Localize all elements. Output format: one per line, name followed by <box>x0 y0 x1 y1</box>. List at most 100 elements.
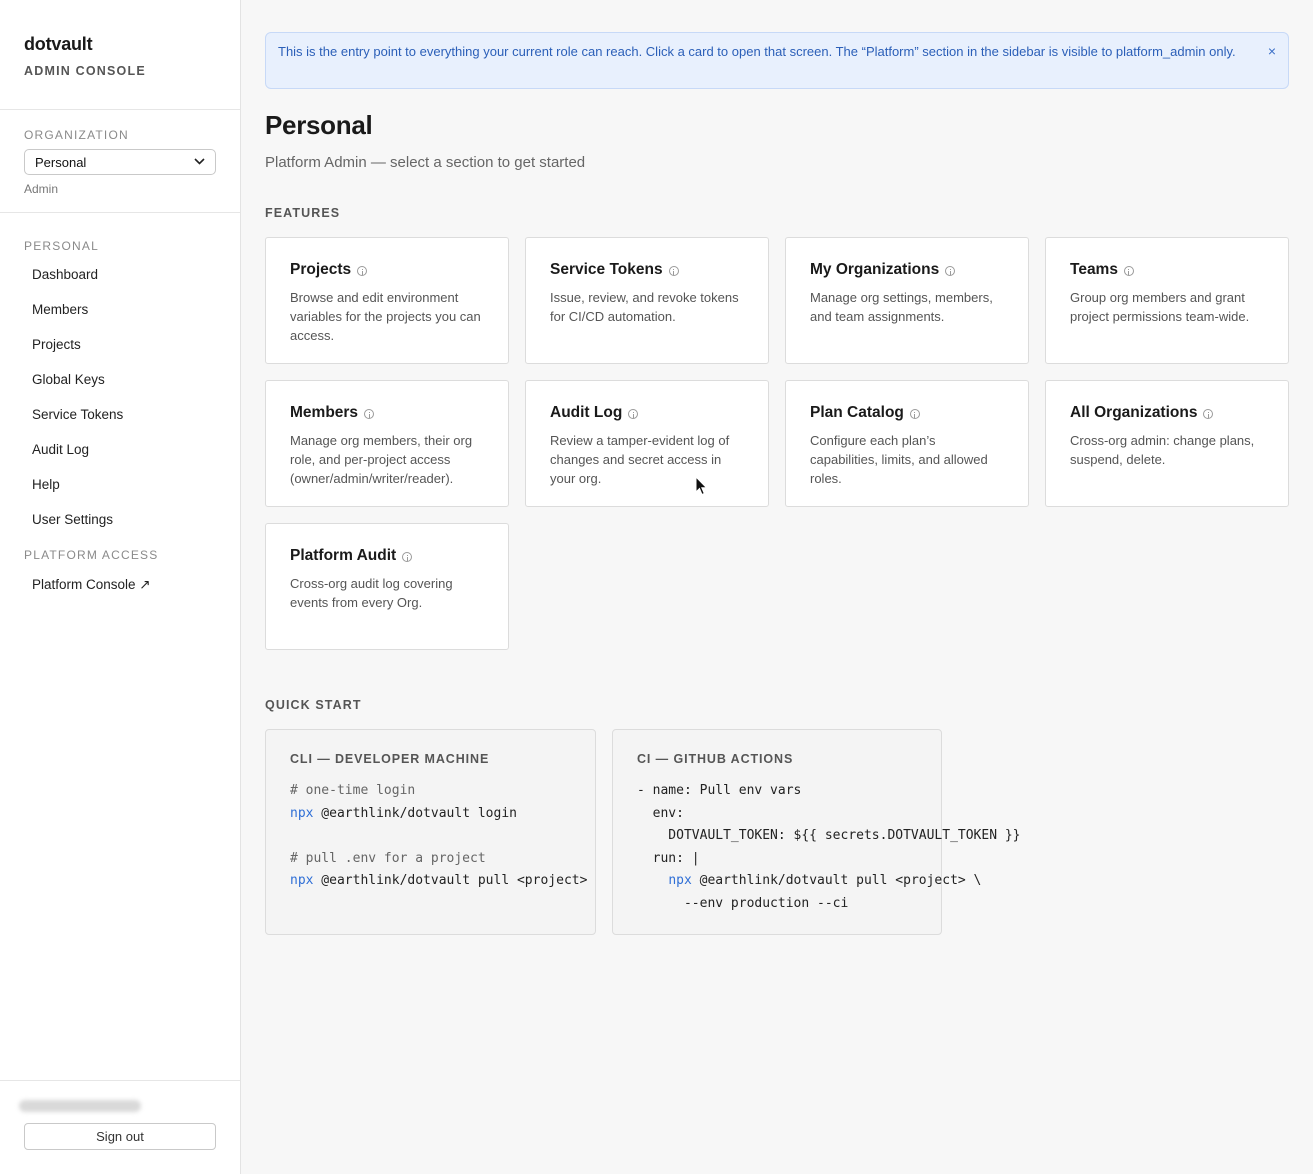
organization-label: ORGANIZATION <box>24 128 129 142</box>
code-line: npx @earthlink/dotvault pull <project> \ <box>637 870 981 893</box>
card-title: All Organizations <box>1070 404 1264 422</box>
info-banner-text: This is the entry point to everything yo… <box>278 44 1236 59</box>
card-title: Service Tokens <box>550 261 744 279</box>
code-text: @earthlink/dotvault pull <project> -- <box>313 873 596 888</box>
code-keyword: npx <box>290 805 314 821</box>
code-line: - name: Pull env vars <box>637 783 802 798</box>
sidebar-item-help[interactable]: Help <box>24 472 240 507</box>
ci-code-block: - name: Pull env vars env: DOTVAULT_TOKE… <box>637 780 1021 915</box>
sidebar-footer: Sign out <box>0 1080 240 1174</box>
card-title-text: My Organizations <box>810 261 940 278</box>
organization-select[interactable]: Personal <box>24 149 216 175</box>
sidebar-item-service-tokens[interactable]: Service Tokens <box>24 402 240 437</box>
sidebar-item-platform-console[interactable]: Platform Console ↗ <box>24 572 240 607</box>
card-title-text: Members <box>290 404 359 421</box>
card-title: Audit Log <box>550 404 744 422</box>
info-icon <box>1123 266 1134 276</box>
code-line: env: <box>637 805 684 821</box>
code-line: npx @earthlink/dotvault login <box>290 803 571 826</box>
sidebar-item-audit-log[interactable]: Audit Log <box>24 437 240 472</box>
info-icon <box>364 409 375 419</box>
card-description: Group org members and grant project perm… <box>1070 290 1250 324</box>
sidebar-item-global-keys[interactable]: Global Keys <box>24 367 240 402</box>
nav-section-platform-access: PLATFORM ACCESS <box>24 548 159 562</box>
code-keyword: npx <box>290 873 314 888</box>
chevron-down-icon <box>194 157 205 168</box>
card-plan-catalog[interactable]: Plan Catalog Configure each plan’s capab… <box>785 380 1029 507</box>
main-content: This is the entry point to everything yo… <box>265 32 1289 935</box>
user-email-redacted <box>19 1100 141 1112</box>
card-description: Manage org settings, members, and team a… <box>810 290 993 324</box>
code-line: DOTVAULT_TOKEN: ${{ secrets.DOTVAULT_TOK… <box>637 828 1021 843</box>
quick-start-label: QUICK START <box>265 698 362 712</box>
brand: dotvault ADMIN CONSOLE <box>0 0 240 110</box>
info-icon <box>945 266 956 276</box>
code-line: npx @earthlink/dotvault pull <project> -… <box>290 870 587 893</box>
quick-start-ci-card: CI — GITHUB ACTIONS - name: Pull env var… <box>612 729 1021 935</box>
organization-block: ORGANIZATION Personal Admin <box>0 110 240 213</box>
code-text: @earthlink/dotvault login <box>313 805 517 821</box>
info-icon <box>668 266 679 276</box>
info-icon <box>909 409 920 419</box>
card-title-text: Projects <box>290 261 352 278</box>
sidebar: dotvault ADMIN CONSOLE ORGANIZATION Pers… <box>0 0 241 1174</box>
organization-select-value: Personal <box>35 154 87 170</box>
code-keyword: npx <box>668 873 692 888</box>
card-description: Issue, review, and revoke tokens for CI/… <box>550 290 739 324</box>
info-banner: This is the entry point to everything yo… <box>265 32 1289 89</box>
card-title: Platform Audit <box>290 547 484 565</box>
info-icon <box>628 409 639 419</box>
ci-card-title: CI — GITHUB ACTIONS <box>637 752 794 766</box>
brand-name: dotvault <box>24 34 93 54</box>
code-line: # pull .env for a project <box>290 850 486 866</box>
card-title-text: All Organizations <box>1070 404 1198 421</box>
card-description: Configure each plan’s capabilities, limi… <box>810 433 988 486</box>
card-title-text: Platform Audit <box>290 547 397 564</box>
card-title-text: Teams <box>1070 261 1118 278</box>
card-description: Cross-org admin: change plans, suspend, … <box>1070 433 1255 467</box>
card-description: Browse and edit environment variables fo… <box>290 290 481 343</box>
card-description: Cross-org audit log covering events from… <box>290 576 453 610</box>
close-icon[interactable]: × <box>1268 41 1276 61</box>
card-title-text: Audit Log <box>550 404 623 421</box>
card-title-text: Plan Catalog <box>810 404 904 421</box>
card-description: Review a tamper-evident log of changes a… <box>550 433 730 486</box>
card-description: Manage org members, their org role, and … <box>290 433 473 486</box>
card-service-tokens[interactable]: Service Tokens Issue, review, and revoke… <box>525 237 769 364</box>
card-title: Plan Catalog <box>810 404 1004 422</box>
card-title: Members <box>290 404 484 422</box>
sidebar-nav: PERSONAL Dashboard Members Projects Glob… <box>0 213 240 607</box>
brand-subtitle: ADMIN CONSOLE <box>24 64 146 78</box>
card-teams[interactable]: Teams Group org members and grant projec… <box>1045 237 1289 364</box>
card-audit-log[interactable]: Audit Log Review a tamper-evident log of… <box>525 380 769 507</box>
quick-start-cli-card: CLI — DEVELOPER MACHINE # one-time login… <box>265 729 596 935</box>
sidebar-item-user-settings[interactable]: User Settings <box>24 507 240 542</box>
code-line: run: | <box>637 850 700 866</box>
quick-start-row: CLI — DEVELOPER MACHINE # one-time login… <box>265 729 1289 935</box>
cli-card-title: CLI — DEVELOPER MACHINE <box>290 752 490 766</box>
info-icon <box>357 266 368 276</box>
sign-out-button[interactable]: Sign out <box>24 1123 216 1150</box>
card-platform-audit[interactable]: Platform Audit Cross-org audit log cover… <box>265 523 509 650</box>
page-title: Personal <box>265 110 373 140</box>
card-title-text: Service Tokens <box>550 261 663 278</box>
sidebar-item-dashboard[interactable]: Dashboard <box>24 262 240 297</box>
card-projects[interactable]: Projects Browse and edit environment var… <box>265 237 509 364</box>
info-icon <box>402 552 413 562</box>
code-line: # one-time login <box>290 783 416 798</box>
page-subtitle: Platform Admin — select a section to get… <box>265 154 586 171</box>
info-icon <box>1203 409 1214 419</box>
nav-section-personal: PERSONAL <box>24 239 99 253</box>
sidebar-item-projects[interactable]: Projects <box>24 332 240 367</box>
code-line: --env production --ci <box>637 895 849 911</box>
card-title: Projects <box>290 261 484 279</box>
card-my-organizations[interactable]: My Organizations Manage org settings, me… <box>785 237 1029 364</box>
cli-code-block: # one-time login npx @earthlink/dotvault … <box>290 780 587 893</box>
card-title: My Organizations <box>810 261 1004 279</box>
sidebar-item-members[interactable]: Members <box>24 297 240 332</box>
code-text: @earthlink/dotvault pull <project> \ <box>691 873 982 888</box>
card-all-organizations[interactable]: All Organizations Cross-org admin: chang… <box>1045 380 1289 507</box>
card-members[interactable]: Members Manage org members, their org ro… <box>265 380 509 507</box>
